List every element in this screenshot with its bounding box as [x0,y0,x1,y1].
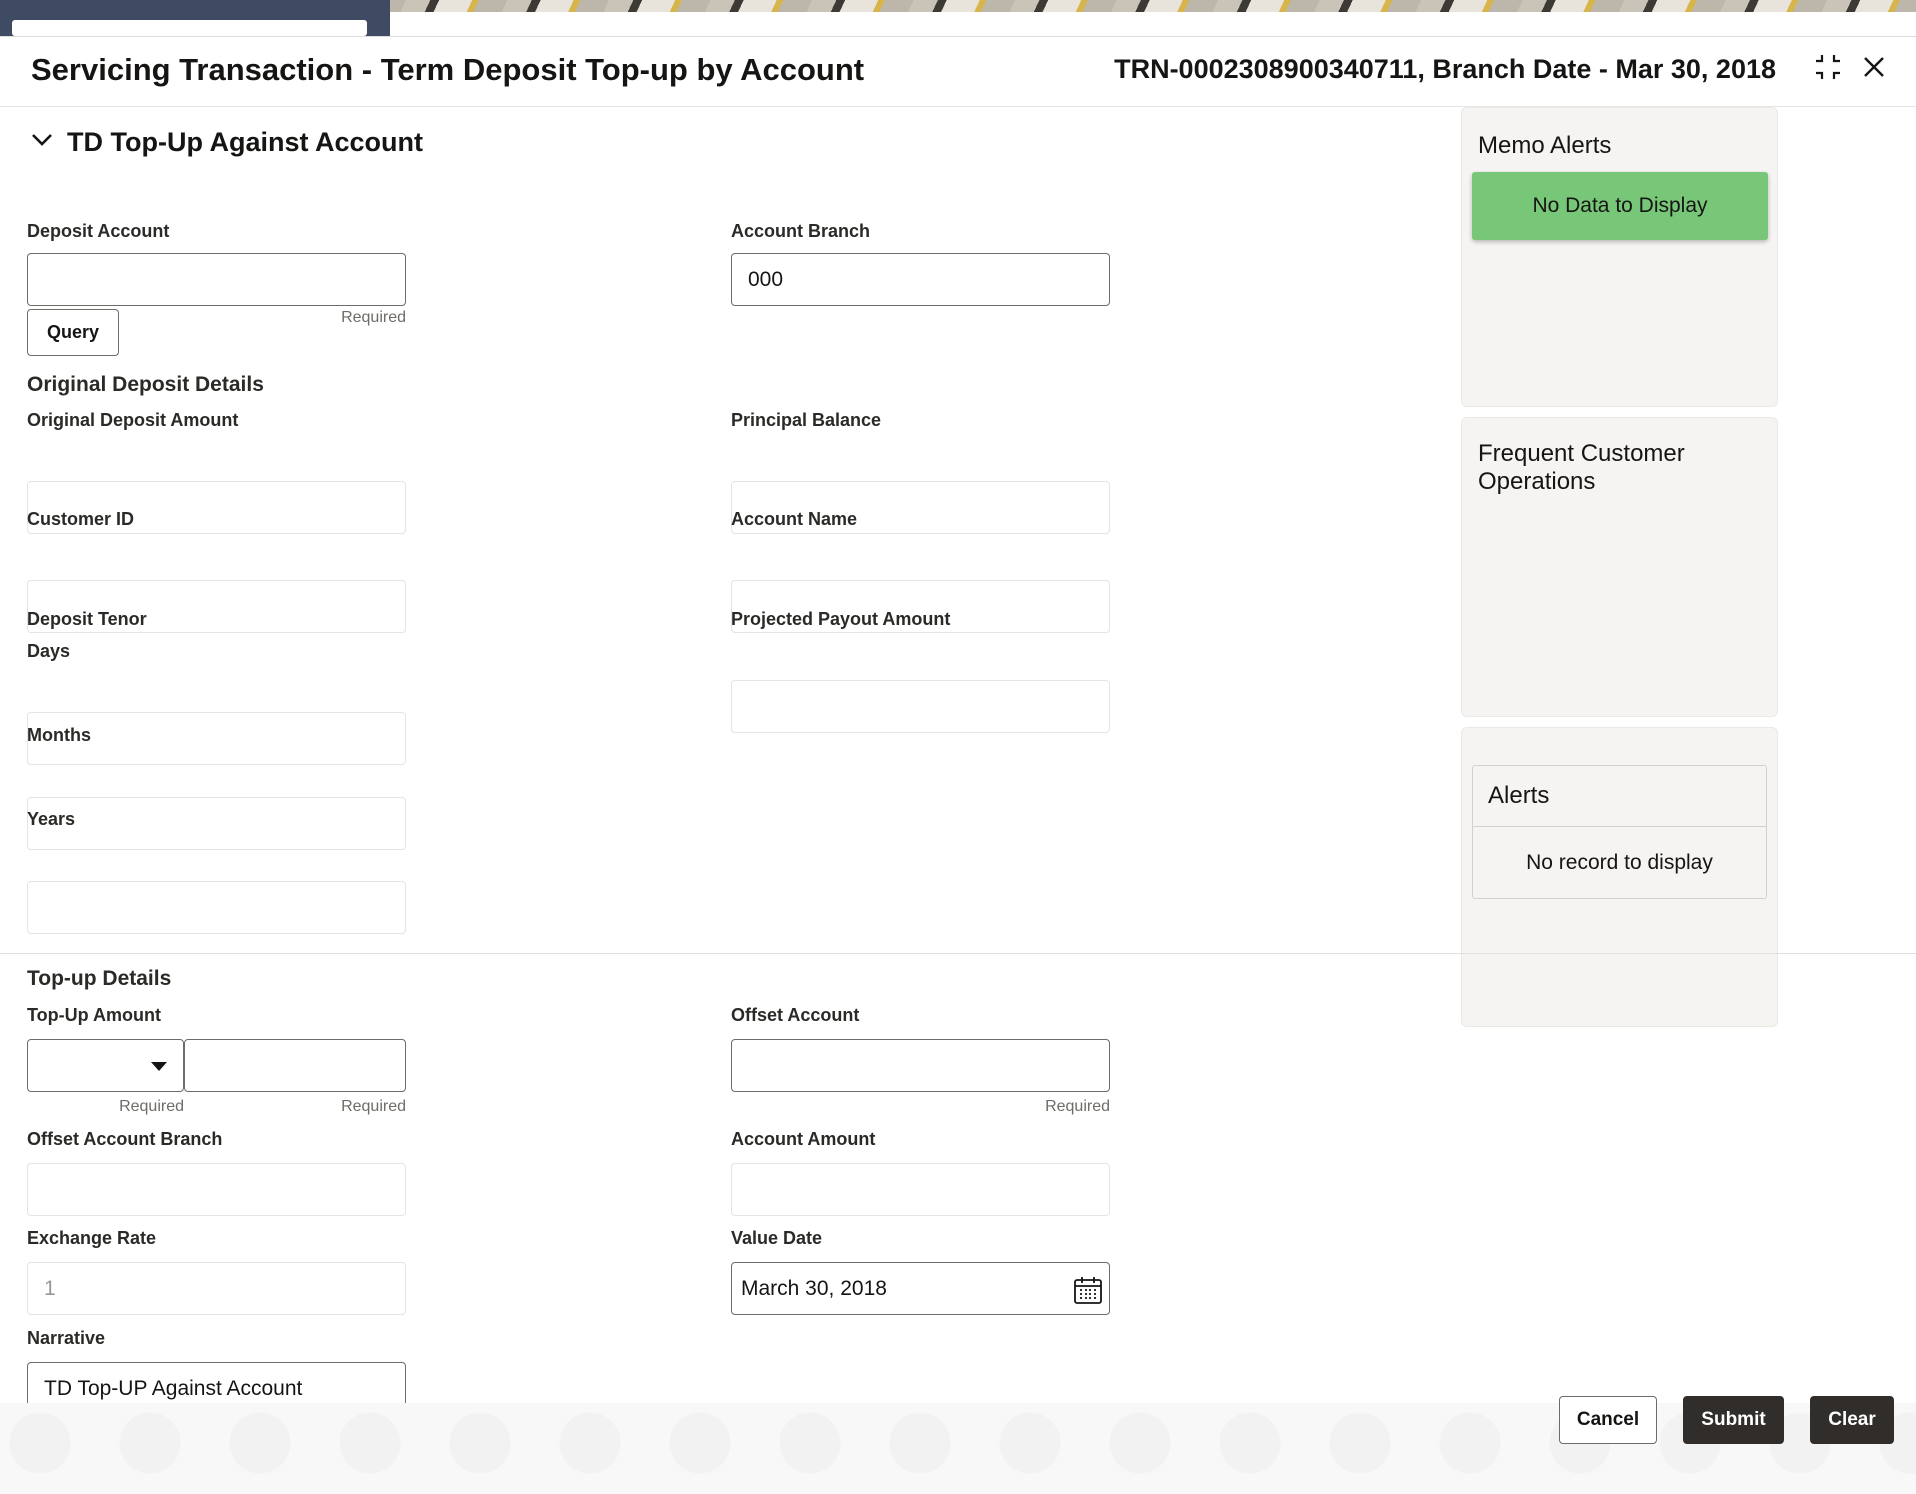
deposit-account-input[interactable] [28,254,405,305]
offset-account-branch-input[interactable] [28,1164,405,1215]
topup-details-heading: Top-up Details [27,967,172,990]
customer-id-label: Customer ID [27,509,135,529]
dropdown-caret-icon [151,1062,167,1071]
months-input[interactable] [28,798,405,849]
chevron-down-icon [31,133,53,152]
close-icon[interactable] [1856,49,1892,85]
minimize-icon[interactable] [1810,49,1846,85]
frequent-operations-title: Frequent Customer Operations [1478,440,1685,495]
original-deposit-amount-label: Original Deposit Amount [27,410,239,430]
clear-button[interactable]: Clear [1810,1396,1894,1444]
frequent-operations-panel: Frequent Customer Operations [1461,417,1778,717]
memo-alerts-panel: Memo Alerts No Data to Display [1461,107,1778,407]
account-branch-field[interactable] [731,253,1110,306]
projected-payout-amount-field[interactable] [731,680,1110,733]
alerts-panel: Alerts No record to display [1461,727,1778,1027]
offset-account-branch-label: Offset Account Branch [27,1129,223,1149]
topup-amount-input[interactable] [185,1040,405,1091]
section-toggle[interactable]: TD Top-Up Against Account [31,127,423,158]
account-name-label: Account Name [731,509,858,529]
account-amount-label: Account Amount [731,1129,876,1149]
offset-account-input[interactable] [732,1040,1109,1091]
section-divider [0,953,1916,954]
offset-account-label: Offset Account [731,1005,860,1025]
days-label: Days [27,641,71,661]
months-field[interactable] [27,797,406,850]
account-branch-input[interactable] [732,254,1109,305]
exchange-rate-input [28,1263,405,1314]
exchange-rate-label: Exchange Rate [27,1228,157,1248]
principal-balance-label: Principal Balance [731,410,882,430]
dialog-reference: TRN-0002308900340711, Branch Date - Mar … [1114,54,1776,84]
years-field[interactable] [27,881,406,934]
query-button[interactable]: Query [27,309,119,356]
dialog-header: Servicing Transaction - Term Deposit Top… [0,37,1916,107]
alerts-title: Alerts [1473,766,1766,827]
background-tab [0,0,390,36]
dialog-title: Servicing Transaction - Term Deposit Top… [31,52,865,87]
narrative-label: Narrative [27,1328,106,1348]
topup-amount-field[interactable] [184,1039,406,1092]
value-date-field[interactable] [731,1262,1110,1315]
submit-button[interactable]: Submit [1683,1396,1784,1444]
cancel-button[interactable]: Cancel [1559,1396,1657,1444]
currency-select[interactable] [27,1039,184,1092]
transaction-dialog: Servicing Transaction - Term Deposit Top… [0,36,1916,1494]
account-amount-field[interactable] [731,1163,1110,1216]
deposit-account-label: Deposit Account [27,221,170,241]
offset-account-branch-field[interactable] [27,1163,406,1216]
memo-alerts-title: Memo Alerts [1478,132,1612,159]
memo-alerts-message: No Data to Display [1472,172,1768,240]
alerts-box: Alerts No record to display [1472,765,1767,899]
account-amount-input[interactable] [732,1164,1109,1215]
currency-required: Required [119,1098,184,1115]
years-label: Years [27,809,76,829]
value-date-input[interactable] [732,1263,1109,1314]
offset-account-field[interactable] [731,1039,1110,1092]
account-branch-label: Account Branch [731,221,871,241]
topup-amount-required: Required [341,1098,406,1115]
exchange-rate-field [27,1262,406,1315]
calendar-icon[interactable] [1073,1275,1103,1310]
months-label: Months [27,725,91,745]
offset-account-required: Required [1045,1098,1110,1115]
topup-amount-label: Top-Up Amount [27,1005,161,1025]
years-input[interactable] [28,882,405,933]
deposit-tenor-label: Deposit Tenor [27,609,147,629]
alerts-message: No record to display [1526,851,1713,874]
projected-payout-amount-input[interactable] [732,681,1109,732]
deposit-account-field[interactable] [27,253,406,306]
projected-payout-amount-label: Projected Payout Amount [731,609,951,629]
value-date-label: Value Date [731,1228,823,1248]
section-title: TD Top-Up Against Account [67,127,423,157]
original-deposit-details-heading: Original Deposit Details [27,373,264,396]
